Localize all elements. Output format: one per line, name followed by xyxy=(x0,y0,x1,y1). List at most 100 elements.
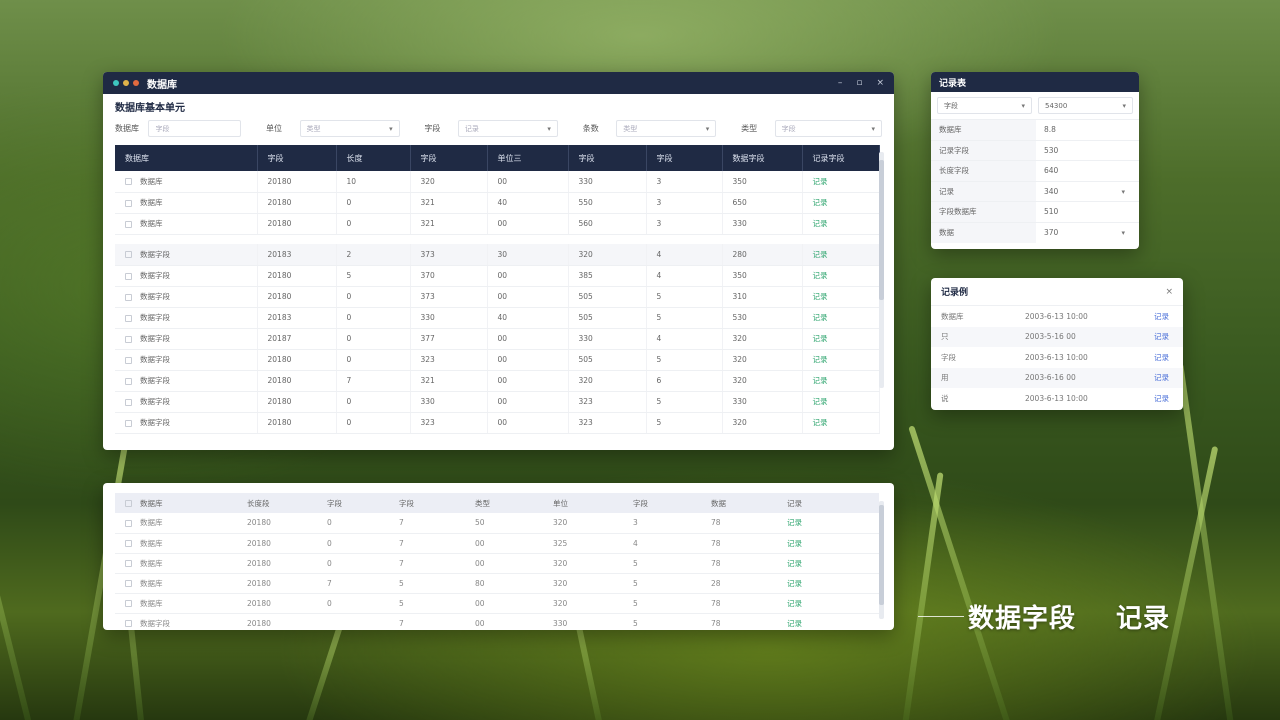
row-action-link[interactable]: 记录 xyxy=(813,271,828,280)
row-checkbox[interactable] xyxy=(125,377,132,385)
close-icon[interactable]: × xyxy=(1165,287,1173,297)
column-header[interactable]: 字段 xyxy=(568,145,647,171)
table-row[interactable]: 数据库 20180 7 5 80 320 5 28 记录 xyxy=(115,573,879,594)
record-value[interactable]: 340 ▾ xyxy=(1036,180,1139,202)
record-value[interactable]: 370 ▾ xyxy=(1036,221,1139,243)
row-checkbox[interactable] xyxy=(125,560,132,567)
select-all-checkbox[interactable] xyxy=(125,500,132,507)
table-row[interactable]: 数据字段 20187 0 377 00 330 4 320 记录 xyxy=(115,328,880,350)
table-row[interactable]: 数据库 20180 10 320 00 330 3 350 记录 xyxy=(115,171,880,193)
column-header[interactable]: 字段 xyxy=(623,493,701,513)
row-action-link[interactable]: 记录 xyxy=(813,418,828,427)
filter-select[interactable]: 字段 ▾ xyxy=(774,120,882,137)
log-action-link[interactable]: 记录 xyxy=(1133,306,1183,327)
table-row[interactable]: 数据库 20180 0 321 40 550 3 650 记录 xyxy=(115,192,880,214)
row-checkbox[interactable] xyxy=(125,251,132,259)
table-row[interactable]: 数据库 20180 0 7 50 320 3 78 记录 xyxy=(115,513,879,534)
column-header[interactable]: 字段 xyxy=(317,493,389,513)
row-checkbox[interactable] xyxy=(125,540,132,547)
row-action-link[interactable]: 记录 xyxy=(813,355,828,364)
column-header[interactable]: 数据字段 xyxy=(722,145,803,171)
row-action-link[interactable]: 记录 xyxy=(787,518,802,527)
row-action-link[interactable]: 记录 xyxy=(787,599,802,608)
row-checkbox[interactable] xyxy=(125,220,132,228)
table-row[interactable]: 数据库 20180 0 321 00 560 3 330 记录 xyxy=(115,213,880,235)
scrollbar-thumb[interactable] xyxy=(879,505,884,605)
cell-value: 3 xyxy=(633,518,638,528)
column-header[interactable]: 字段 xyxy=(389,493,465,513)
row-checkbox[interactable] xyxy=(125,419,132,427)
row-action-link[interactable]: 记录 xyxy=(813,313,828,322)
column-header[interactable]: 字段 xyxy=(410,145,488,171)
row-checkbox[interactable] xyxy=(125,519,132,527)
row-action-link[interactable]: 记录 xyxy=(813,334,828,343)
log-action-link[interactable]: 记录 xyxy=(1133,347,1183,368)
log-action-link[interactable]: 记录 xyxy=(1133,388,1183,409)
column-header[interactable]: 字段 xyxy=(257,145,337,171)
row-checkbox[interactable] xyxy=(125,335,132,343)
table-row[interactable]: 数据字段 20180 7 321 00 320 6 320 记录 xyxy=(115,370,880,392)
row-checkbox[interactable] xyxy=(125,620,132,627)
table-row[interactable]: 数据字段 20180 0 323 00 505 5 320 记录 xyxy=(115,349,880,371)
row-checkbox[interactable] xyxy=(125,580,132,587)
column-header[interactable]: 字段 xyxy=(646,145,723,171)
value-select[interactable]: 54300 ▾ xyxy=(1038,97,1133,114)
log-action-link[interactable]: 记录 xyxy=(1133,326,1183,347)
row-checkbox[interactable] xyxy=(125,178,132,186)
log-action-link[interactable]: 记录 xyxy=(1133,367,1183,388)
scrollbar[interactable] xyxy=(879,152,884,388)
column-header[interactable]: 记录 xyxy=(777,493,879,513)
row-checkbox[interactable] xyxy=(125,356,132,364)
table-row[interactable]: 数据字段 20180 0 323 00 323 5 320 记录 xyxy=(115,412,880,434)
column-header[interactable]: 记录字段 xyxy=(802,145,880,171)
column-header[interactable]: 长度段 xyxy=(237,493,317,513)
filter-select[interactable]: 记录 ▾ xyxy=(457,120,558,137)
scrollbar-thumb[interactable] xyxy=(879,160,884,300)
minimize-button[interactable]: – xyxy=(838,78,843,88)
row-action-link[interactable]: 记录 xyxy=(813,198,828,207)
scrollbar[interactable] xyxy=(879,501,884,619)
column-header[interactable]: 类型 xyxy=(465,493,543,513)
column-header[interactable]: 长度 xyxy=(336,145,411,171)
filter-input[interactable]: 字段 xyxy=(148,120,242,137)
table-row[interactable]: 数据字段 20180 5 370 00 385 4 350 记录 xyxy=(115,265,880,287)
row-checkbox[interactable] xyxy=(125,199,132,207)
row-checkbox[interactable] xyxy=(125,398,132,406)
table-row[interactable]: 数据字段 20180 7 00 330 5 78 记录 xyxy=(115,613,879,630)
table-row[interactable]: 数据字段 20180 0 330 00 323 5 330 记录 xyxy=(115,391,880,413)
row-action-link[interactable]: 记录 xyxy=(813,219,828,228)
row-action-link[interactable]: 记录 xyxy=(787,539,802,548)
field-select[interactable]: 字段 ▾ xyxy=(937,97,1032,114)
table-row[interactable]: 数据库 20180 0 7 00 325 4 78 记录 xyxy=(115,533,879,554)
row-checkbox[interactable] xyxy=(125,293,132,301)
cell-value: 00 xyxy=(475,598,485,608)
row-action-link[interactable]: 记录 xyxy=(813,250,828,259)
row-action-link[interactable]: 记录 xyxy=(787,579,802,588)
filter-select[interactable]: 类型 ▾ xyxy=(616,120,717,137)
table-row[interactable]: 数据字段 20183 2 373 30 320 4 280 记录 xyxy=(115,244,880,266)
table-row[interactable]: 数据字段 20183 0 330 40 505 5 530 记录 xyxy=(115,307,880,329)
maximize-button[interactable]: ▫ xyxy=(856,78,862,88)
table-cell: 30 xyxy=(487,244,569,266)
row-action-link[interactable]: 记录 xyxy=(813,177,828,186)
column-header[interactable]: 数据 xyxy=(701,493,777,513)
cell-value: 330 xyxy=(420,397,435,406)
column-header[interactable]: 单位三 xyxy=(487,145,569,171)
row-action-link[interactable]: 记录 xyxy=(813,376,828,385)
filter-select[interactable]: 类型 ▾ xyxy=(299,120,400,137)
table-row[interactable]: 数据库 20180 0 7 00 320 5 78 记录 xyxy=(115,553,879,574)
row-action-link[interactable]: 记录 xyxy=(787,619,802,628)
row-checkbox[interactable] xyxy=(125,272,132,280)
row-action-link[interactable]: 记录 xyxy=(787,559,802,568)
record-row: 记录字段 530 xyxy=(931,139,1139,161)
table-row[interactable]: 数据字段 20180 0 373 00 505 5 310 记录 xyxy=(115,286,880,308)
row-checkbox[interactable] xyxy=(125,314,132,322)
column-header[interactable]: 数据库 xyxy=(115,493,237,513)
row-action-link[interactable]: 记录 xyxy=(813,292,828,301)
row-checkbox[interactable] xyxy=(125,600,132,607)
column-header[interactable]: 单位 xyxy=(543,493,623,513)
column-header[interactable]: 数据库 xyxy=(115,145,258,171)
close-button[interactable]: × xyxy=(876,78,884,88)
row-action-link[interactable]: 记录 xyxy=(813,397,828,406)
table-row[interactable]: 数据库 20180 0 5 00 320 5 78 记录 xyxy=(115,593,879,614)
